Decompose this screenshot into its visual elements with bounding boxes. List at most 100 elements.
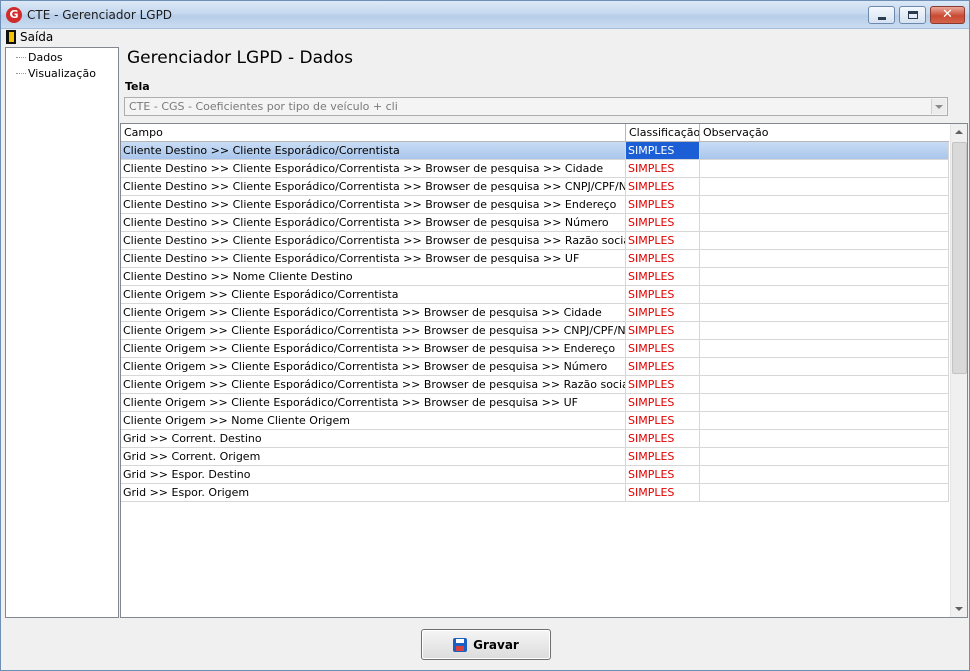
cell-observacao[interactable]: [700, 322, 949, 339]
cell-observacao[interactable]: [700, 466, 949, 483]
cell-observacao[interactable]: [700, 430, 949, 447]
cell-observacao[interactable]: [700, 376, 949, 393]
cell-observacao[interactable]: [700, 340, 949, 357]
cell-observacao[interactable]: [700, 394, 949, 411]
cell-campo[interactable]: Cliente Origem >> Nome Cliente Origem: [121, 412, 626, 429]
cell-classificacao[interactable]: SIMPLES: [626, 358, 700, 375]
cell-classificacao[interactable]: SIMPLES: [626, 232, 700, 249]
minimize-button[interactable]: [868, 6, 895, 24]
cell-classificacao[interactable]: SIMPLES: [626, 340, 700, 357]
table-row[interactable]: Cliente Origem >> Cliente Esporádico/Cor…: [121, 322, 949, 340]
maximize-button[interactable]: [899, 6, 926, 24]
cell-observacao[interactable]: [700, 448, 949, 465]
table-row[interactable]: Grid >> Corrent. Destino SIMPLES: [121, 430, 949, 448]
table-row[interactable]: Cliente Destino >> Cliente Esporádico/Co…: [121, 160, 949, 178]
cell-campo[interactable]: Grid >> Espor. Destino: [121, 466, 626, 483]
table-row[interactable]: Grid >> Espor. Origem SIMPLES: [121, 484, 949, 502]
scroll-up-icon[interactable]: [951, 124, 967, 141]
cell-campo[interactable]: Cliente Destino >> Cliente Esporádico/Co…: [121, 142, 626, 159]
table-row[interactable]: Grid >> Espor. Destino SIMPLES: [121, 466, 949, 484]
cell-observacao[interactable]: [700, 484, 949, 501]
cell-campo[interactable]: Cliente Origem >> Cliente Esporádico/Cor…: [121, 304, 626, 321]
table-row[interactable]: Cliente Destino >> Cliente Esporádico/Co…: [121, 142, 949, 160]
table-row[interactable]: Cliente Origem >> Nome Cliente Origem SIM…: [121, 412, 949, 430]
cell-classificacao[interactable]: SIMPLES: [626, 412, 700, 429]
cell-campo[interactable]: Grid >> Corrent. Origem: [121, 448, 626, 465]
cell-campo[interactable]: Cliente Origem >> Cliente Esporádico/Cor…: [121, 358, 626, 375]
cell-classificacao[interactable]: SIMPLES: [626, 322, 700, 339]
cell-campo[interactable]: Cliente Destino >> Cliente Esporádico/Co…: [121, 250, 626, 267]
tela-select[interactable]: CTE - CGS - Coeficientes por tipo de veí…: [124, 97, 948, 116]
tree-item-visualizacao[interactable]: Visualização: [16, 66, 96, 80]
save-button[interactable]: Gravar: [421, 629, 551, 660]
cell-classificacao[interactable]: SIMPLES: [626, 376, 700, 393]
cell-observacao[interactable]: [700, 250, 949, 267]
cell-observacao[interactable]: [700, 196, 949, 213]
table-row[interactable]: Cliente Destino >> Nome Cliente Destino S…: [121, 268, 949, 286]
cell-observacao[interactable]: [700, 214, 949, 231]
cell-observacao[interactable]: [700, 178, 949, 195]
cell-observacao[interactable]: [700, 304, 949, 321]
menu-item-saida[interactable]: Saída: [6, 29, 53, 45]
cell-classificacao[interactable]: SIMPLES: [626, 466, 700, 483]
cell-observacao[interactable]: [700, 286, 949, 303]
cell-campo[interactable]: Cliente Origem >> Cliente Esporádico/Cor…: [121, 286, 626, 303]
table-row[interactable]: Cliente Destino >> Cliente Esporádico/Co…: [121, 196, 949, 214]
cell-observacao[interactable]: [700, 268, 949, 285]
cell-campo[interactable]: Grid >> Corrent. Destino: [121, 430, 626, 447]
cell-classificacao[interactable]: SIMPLES: [626, 268, 700, 285]
cell-campo[interactable]: Grid >> Espor. Origem: [121, 484, 626, 501]
table-row[interactable]: Cliente Destino >> Cliente Esporádico/Co…: [121, 250, 949, 268]
fields-grid: Campo Classificação Observação Cliente D…: [120, 123, 968, 618]
cell-classificacao[interactable]: SIMPLES: [626, 160, 700, 177]
cell-classificacao[interactable]: SIMPLES: [626, 448, 700, 465]
cell-observacao[interactable]: [700, 358, 949, 375]
table-row[interactable]: Grid >> Corrent. Origem SIMPLES: [121, 448, 949, 466]
cell-classificacao[interactable]: SIMPLES: [626, 484, 700, 501]
close-button[interactable]: ✕: [930, 6, 965, 24]
column-header-campo[interactable]: Campo: [121, 124, 626, 142]
cell-campo[interactable]: Cliente Destino >> Cliente Esporádico/Co…: [121, 160, 626, 177]
vertical-scrollbar[interactable]: [950, 124, 967, 617]
chevron-down-icon[interactable]: [931, 99, 946, 114]
cell-classificacao[interactable]: SIMPLES: [626, 286, 700, 303]
cell-observacao[interactable]: [700, 142, 949, 159]
table-row[interactable]: Cliente Origem >> Cliente Esporádico/Cor…: [121, 340, 949, 358]
cell-classificacao[interactable]: SIMPLES: [626, 196, 700, 213]
title-bar[interactable]: G CTE - Gerenciador LGPD ✕: [1, 1, 969, 29]
table-row[interactable]: Cliente Destino >> Cliente Esporádico/Co…: [121, 178, 949, 196]
cell-observacao[interactable]: [700, 160, 949, 177]
cell-classificacao[interactable]: SIMPLES: [626, 178, 700, 195]
cell-classificacao[interactable]: SIMPLES: [626, 250, 700, 267]
cell-classificacao[interactable]: SIMPLES: [626, 304, 700, 321]
cell-observacao[interactable]: [700, 412, 949, 429]
table-row[interactable]: Cliente Origem >> Cliente Esporádico/Cor…: [121, 358, 949, 376]
table-row[interactable]: Cliente Origem >> Cliente Esporádico/Cor…: [121, 286, 949, 304]
table-row[interactable]: Cliente Destino >> Cliente Esporádico/Co…: [121, 214, 949, 232]
cell-classificacao[interactable]: SIMPLES: [626, 430, 700, 447]
column-header-classificacao[interactable]: Classificação: [626, 124, 700, 142]
cell-campo[interactable]: Cliente Destino >> Cliente Esporádico/Co…: [121, 196, 626, 213]
table-row[interactable]: Cliente Origem >> Cliente Esporádico/Cor…: [121, 394, 949, 412]
cell-observacao[interactable]: [700, 232, 949, 249]
cell-campo[interactable]: Cliente Origem >> Cliente Esporádico/Cor…: [121, 394, 626, 411]
table-row[interactable]: Cliente Destino >> Cliente Esporádico/Co…: [121, 232, 949, 250]
cell-campo[interactable]: Cliente Destino >> Cliente Esporádico/Co…: [121, 214, 626, 231]
table-row[interactable]: Cliente Origem >> Cliente Esporádico/Cor…: [121, 304, 949, 322]
table-row[interactable]: Cliente Origem >> Cliente Esporádico/Cor…: [121, 376, 949, 394]
cell-campo[interactable]: Cliente Destino >> Nome Cliente Destino: [121, 268, 626, 285]
cell-classificacao[interactable]: SIMPLES: [626, 394, 700, 411]
cell-campo[interactable]: Cliente Origem >> Cliente Esporádico/Cor…: [121, 340, 626, 357]
tree-item-dados[interactable]: Dados: [16, 50, 63, 64]
cell-classificacao[interactable]: SIMPLES: [626, 142, 700, 159]
cell-campo[interactable]: Cliente Origem >> Cliente Esporádico/Cor…: [121, 376, 626, 393]
cell-campo[interactable]: Cliente Origem >> Cliente Esporádico/Cor…: [121, 322, 626, 339]
tree-connector: [16, 56, 26, 58]
cell-campo[interactable]: Cliente Destino >> Cliente Esporádico/Co…: [121, 178, 626, 195]
scroll-thumb[interactable]: [952, 142, 967, 374]
column-header-observacao[interactable]: Observação: [700, 124, 949, 142]
cell-campo[interactable]: Cliente Destino >> Cliente Esporádico/Co…: [121, 232, 626, 249]
cell-classificacao[interactable]: SIMPLES: [626, 214, 700, 231]
tree-item-label: Dados: [28, 50, 63, 64]
scroll-down-icon[interactable]: [951, 600, 967, 617]
